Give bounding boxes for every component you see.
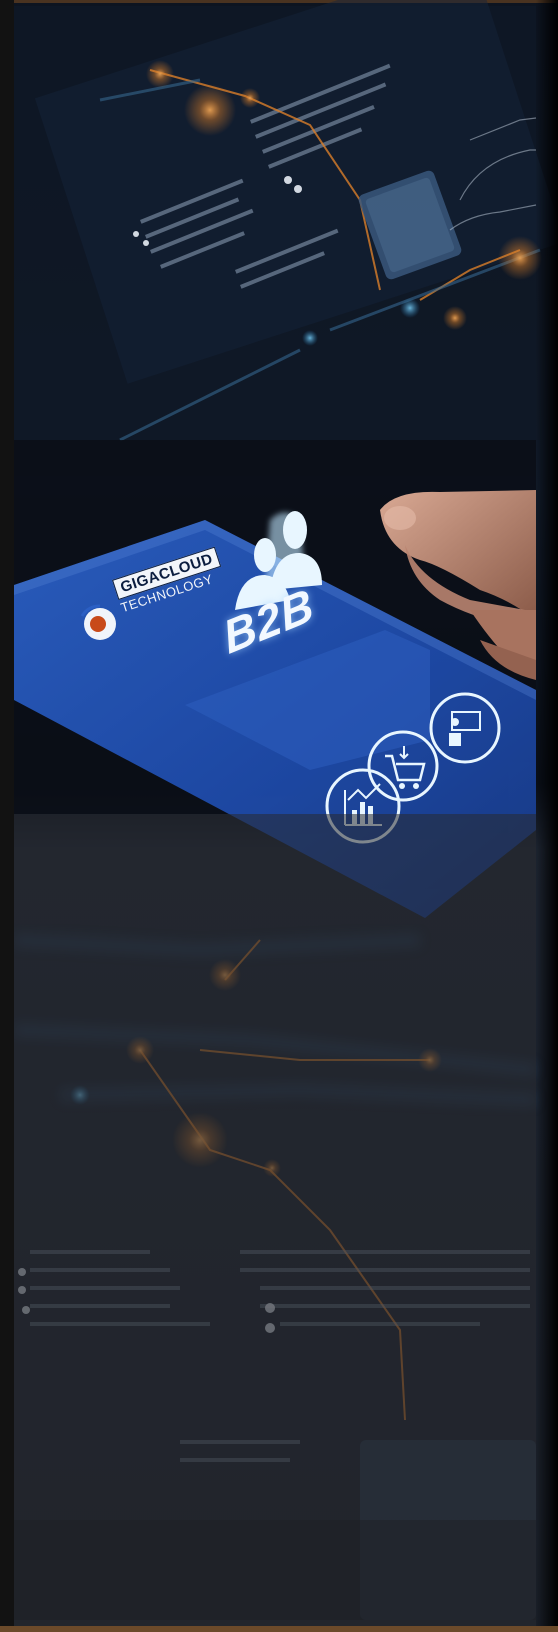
top-circuit (14, 0, 558, 476)
bottom-border (0, 1626, 558, 1632)
lower-overlay (14, 814, 536, 1626)
background-canvas: GIGACLOUD TECHNOLOGY B2B (0, 0, 558, 1632)
right-edge-shade (536, 0, 558, 1632)
left-border-stripe (0, 0, 14, 1632)
